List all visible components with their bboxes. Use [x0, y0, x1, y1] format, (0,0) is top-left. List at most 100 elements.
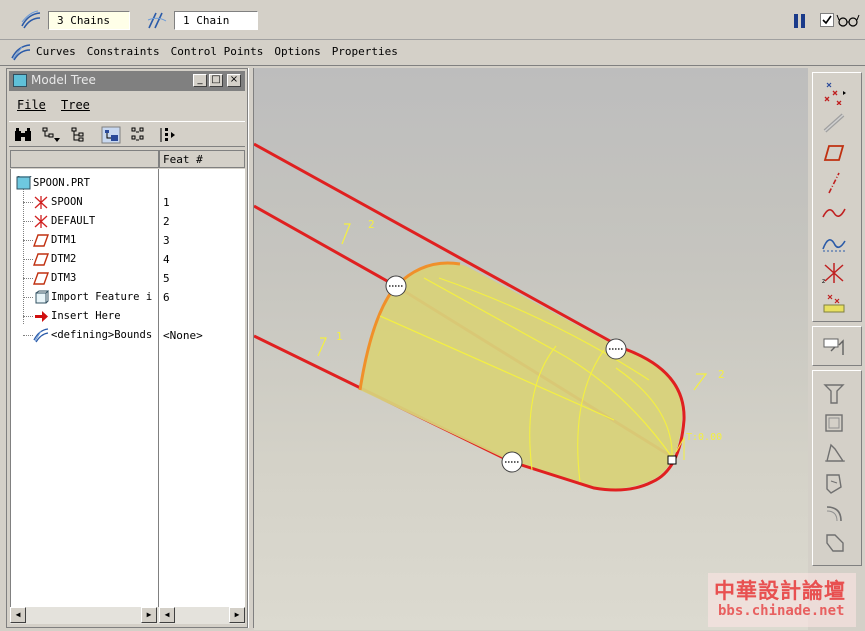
chamfer-icon[interactable]	[821, 531, 847, 555]
model-tree-title-bar[interactable]: Model Tree _ □ ×	[9, 71, 245, 91]
tree-list: SPOON.PRT SPOON 1 DEFAULT 2 DTM1 3 DTM2 …	[10, 169, 245, 607]
tree-filter-icon[interactable]	[41, 126, 61, 144]
svg-text:z: z	[822, 278, 825, 285]
annotation-toolbar	[812, 326, 862, 366]
second-direction-curves-icon	[147, 12, 167, 29]
tree-item-label: <defining>Bounds	[51, 329, 153, 341]
tree-item-label: DTM2	[51, 253, 77, 265]
sketched-curve-icon[interactable]	[821, 201, 847, 225]
chain-label-2-right[interactable]: 2	[718, 368, 725, 381]
model-tree-menu: File Tree	[9, 95, 245, 117]
vertex-marker[interactable]	[667, 455, 677, 465]
tree-item-feat: 1	[163, 196, 170, 209]
chain-label-1[interactable]: 1	[336, 330, 343, 343]
draft-icon[interactable]	[821, 441, 847, 465]
tree-item-dtm2[interactable]: DTM2 4	[11, 250, 246, 269]
drag-handle-lower[interactable]	[501, 451, 523, 473]
close-button[interactable]: ×	[227, 74, 241, 87]
rib-icon[interactable]	[821, 471, 847, 495]
tree-item-label: DTM3	[51, 272, 77, 284]
datum-point-icon[interactable]	[821, 81, 847, 105]
tab-curves[interactable]: Curves	[36, 45, 76, 58]
tab-control-points[interactable]: Control Points	[171, 45, 264, 58]
datum-plane-icon	[33, 234, 49, 247]
checkmark-icon	[822, 15, 832, 25]
tab-options[interactable]: Options	[274, 45, 320, 58]
tree-item-feat: 3	[163, 234, 170, 247]
tree-item-label: Insert Here	[51, 310, 121, 322]
preview-checkbox[interactable]	[820, 13, 834, 27]
tree-item-feat: <None>	[163, 329, 203, 342]
tree-item-import-feature[interactable]: Import Feature i 6	[11, 288, 246, 307]
tree-columns-icon[interactable]	[157, 126, 177, 144]
tree-horizontal-scrollbar[interactable]: ◀ ▶ ◀ ▶	[10, 607, 245, 624]
boundary-blend-icon	[11, 44, 31, 61]
graphics-viewport[interactable]: 2 1 2 T:0.00	[254, 68, 808, 630]
part-icon	[16, 176, 32, 190]
datum-analysis-icon[interactable]	[821, 291, 847, 315]
tangency-value-label[interactable]: T:0.00	[686, 432, 722, 443]
analysis-curve-icon[interactable]	[821, 231, 847, 255]
model-tree-panel: Model Tree _ □ × File Tree Feat # SPOON.…	[6, 68, 248, 628]
datum-plane-icon	[33, 272, 49, 285]
dashboard-bar: 3 Chains 1 Chain	[0, 0, 865, 40]
second-direction-collector[interactable]: 1 Chain	[146, 10, 258, 30]
drag-handle-upper-right[interactable]	[605, 338, 627, 360]
tree-item-feat: 2	[163, 215, 170, 228]
datum-axis-icon[interactable]	[821, 111, 847, 135]
tab-constraints[interactable]: Constraints	[87, 45, 160, 58]
menu-file[interactable]: File	[17, 98, 46, 112]
maximize-button[interactable]: □	[209, 74, 223, 87]
show-columns-icon[interactable]	[129, 126, 149, 144]
tree-root-node[interactable]: SPOON.PRT	[11, 174, 246, 193]
first-direction-chains-field[interactable]: 3 Chains	[48, 10, 130, 30]
extrude-icon[interactable]	[821, 381, 847, 405]
watermark-logo: 中華設計論壇 bbs.chinade.net	[708, 573, 856, 627]
column-resize-handle[interactable]	[158, 151, 160, 167]
tree-item-dtm3[interactable]: DTM3 5	[11, 269, 246, 288]
pause-button[interactable]	[794, 14, 806, 28]
tag-leader	[341, 223, 351, 245]
tree-item-defining-bounds[interactable]: <defining>Bounds <None>	[11, 326, 246, 345]
chain-label-2-top[interactable]: 2	[368, 218, 375, 231]
binoculars-icon[interactable]	[13, 126, 33, 144]
datum-plane-icon[interactable]	[821, 141, 847, 165]
tree-column-header: Feat #	[10, 150, 245, 168]
datum-toolbar: z	[812, 72, 862, 322]
feature-toolbar	[812, 370, 862, 566]
minimize-button[interactable]: _	[193, 74, 207, 87]
right-toolbar: z	[810, 68, 865, 630]
tree-item-feat: 6	[163, 291, 170, 304]
tree-item-insert-here[interactable]: Insert Here	[11, 307, 246, 326]
second-direction-chains-field[interactable]: 1 Chain	[174, 10, 258, 30]
model-tree-title: Model Tree	[31, 73, 96, 87]
tab-properties[interactable]: Properties	[332, 45, 398, 58]
tree-item-dtm1[interactable]: DTM1 3	[11, 231, 246, 250]
tree-item-label: Import Feature i	[51, 291, 153, 303]
menu-tree[interactable]: Tree	[61, 98, 90, 112]
feat-scroll-right-button[interactable]: ▶	[229, 607, 245, 623]
model-canvas[interactable]: 2 1 2 T:0.00	[254, 68, 808, 630]
datum-axis-line-icon[interactable]	[821, 171, 847, 195]
drag-handle-upper-left[interactable]	[385, 275, 407, 297]
tree-settings-icon[interactable]	[101, 126, 121, 144]
first-direction-collector[interactable]: 3 Chains	[20, 10, 130, 30]
tree-expand-icon[interactable]	[69, 126, 89, 144]
shell-icon[interactable]	[821, 411, 847, 435]
tree-item-spoon[interactable]: SPOON 1	[11, 193, 246, 212]
tree-item-feat: 4	[163, 253, 170, 266]
annotation-icon[interactable]	[821, 335, 847, 359]
coordinate-system-icon[interactable]: z	[821, 261, 847, 285]
tree-item-default[interactable]: DEFAULT 2	[11, 212, 246, 231]
tree-item-label: DEFAULT	[51, 215, 96, 227]
feat-number-column-header[interactable]: Feat #	[163, 153, 203, 166]
watermark-url: bbs.chinade.net	[718, 603, 845, 619]
verify-glasses-icon[interactable]	[836, 12, 860, 28]
watermark-title: 中華設計論壇	[714, 579, 846, 603]
round-icon[interactable]	[821, 501, 847, 525]
scroll-right-button[interactable]: ▶	[141, 607, 157, 623]
scroll-left-button[interactable]: ◀	[10, 607, 26, 623]
feat-scroll-left-button[interactable]: ◀	[159, 607, 175, 623]
datum-plane-icon	[33, 253, 49, 266]
boundary-blend-surface[interactable]	[360, 262, 683, 489]
